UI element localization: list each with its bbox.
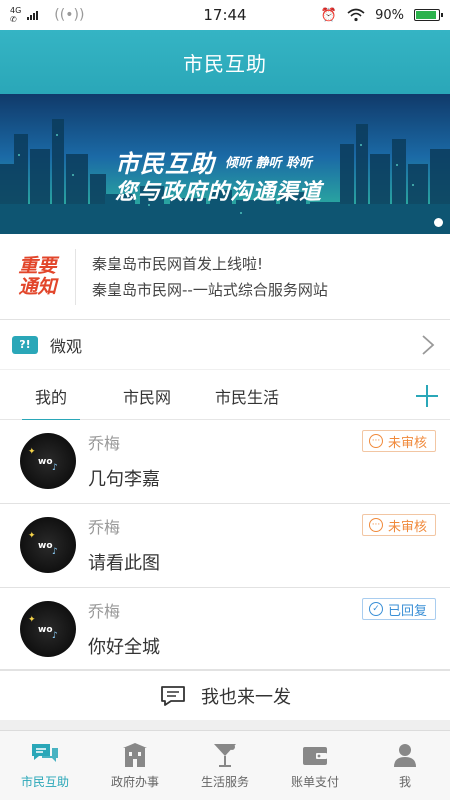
bottom-nav: 市民互助 政府办事 生活服务 账单支付 我 [0,730,450,800]
tab-bar: 我的 市民网 市民生活 [0,372,450,421]
nav-item-me[interactable]: 我 [360,731,450,800]
new-post-label: 我也来一发 [201,686,291,708]
post-text: 请看此图 [88,553,160,574]
important-notice[interactable]: 重要 通知 秦皇岛市民网首发上线啦! 秦皇岛市民网--一站式综合服务网站 [0,234,450,320]
carousel-indicator[interactable] [434,218,443,227]
new-post-button[interactable]: 我也来一发 [0,670,450,720]
nav-item-bill-pay[interactable]: 账单支付 [270,731,360,800]
add-tab-icon[interactable] [414,383,440,409]
alarm-icon: ⏰ [320,7,338,23]
notice-text: 秦皇岛市民网首发上线啦! 秦皇岛市民网--一站式综合服务网站 [76,251,328,303]
status-label: 已回复 [387,603,427,619]
pending-icon: ··· [368,518,383,532]
signal-bars-icon [27,10,39,20]
message-icon [161,685,185,706]
status-badge: ✓ 已回复 [361,598,436,620]
nav-label: 政府办事 [110,775,159,789]
status-right: ⏰ 90% [320,7,443,23]
notice-line-2[interactable]: 秦皇岛市民网--一站式综合服务网站 [92,277,328,303]
nav-item-citizen-help[interactable]: 市民互助 [0,731,90,800]
check-icon: ✓ [368,602,383,616]
notice-line-1[interactable]: 秦皇岛市民网首发上线啦! [92,251,328,277]
post-text: 几句李嘉 [88,469,160,490]
battery-percent: 90% [375,7,404,23]
nav-item-life-services[interactable]: 生活服务 [180,731,270,800]
person-icon [394,744,416,767]
notice-badge: 重要 通知 [0,248,76,305]
tab-label: 市民网 [122,387,171,407]
status-badge: ··· 未审核 [361,430,436,452]
nav-item-gov-affairs[interactable]: 政府办事 [90,731,180,800]
tab-label: 市民生活 [214,387,279,407]
avatar[interactable]: ✦ wo ♪ [20,517,76,573]
call-icon: ✆ [10,15,17,24]
notice-badge-line1: 重要 [18,254,57,277]
tab-shiminwang[interactable]: 市民网 [106,372,188,420]
post-author: 乔梅 [88,518,121,537]
avatar[interactable]: ✦ wo ♪ [20,433,76,489]
promo-banner[interactable]: 市民互助 倾听 静听 聆听 您与政府的沟通渠道 [0,94,450,234]
weiguan-icon: ?! [12,335,38,354]
nav-label: 市民互助 [20,775,69,789]
hotspot-icon: ((•)) [54,7,85,23]
divider [0,720,450,730]
pending-icon: ··· [368,434,383,448]
avatar[interactable]: ✦ wo ♪ [20,601,76,657]
post-text: 你好全城 [88,637,160,658]
notice-badge-line2: 通知 [18,275,57,298]
nav-label: 我 [398,775,411,789]
page-title: 市民互助 [183,51,267,76]
tab-shimin-life[interactable]: 市民生活 [202,372,292,420]
weiguan-row[interactable]: ?! 微观 [0,320,450,370]
status-label: 未审核 [387,519,427,535]
post-item[interactable]: ✦ wo ♪ 乔梅 请看此图 ··· 未审核 [0,504,450,588]
chat-icon [32,744,58,762]
tab-label: 我的 [34,387,67,407]
cocktail-icon [214,744,236,767]
wifi-icon [347,8,365,22]
battery-icon [414,9,443,21]
nav-label: 账单支付 [290,775,339,789]
nav-label: 生活服务 [200,775,249,789]
weiguan-label: 微观 [50,336,83,356]
banner-tags: 倾听 静听 聆听 [225,156,313,171]
wallet-icon [303,747,327,765]
battery-fill [416,11,436,19]
post-item[interactable]: ✦ wo ♪ 乔梅 你好全城 ✓ 已回复 [0,588,450,670]
status-label: 未审核 [387,435,427,451]
banner-subtitle: 您与政府的沟通渠道 [115,180,323,205]
status-badge: ··· 未审核 [361,514,436,536]
building-icon [123,743,147,767]
title-bar: 市民互助 [0,30,450,94]
post-author: 乔梅 [88,602,121,621]
cellular-signal: 4G ✆ [10,6,21,24]
chevron-right-icon [422,335,435,355]
post-author: 乔梅 [88,434,121,453]
network-type: 4G [10,6,22,15]
status-left: 4G ✆ ((•)) [10,6,84,24]
tab-mine[interactable]: 我的 [22,372,80,421]
post-item[interactable]: ✦ wo ♪ 乔梅 几句李嘉 ··· 未审核 [0,420,450,504]
status-bar: 4G ✆ ((•)) 17:44 ⏰ 90% [0,0,450,30]
